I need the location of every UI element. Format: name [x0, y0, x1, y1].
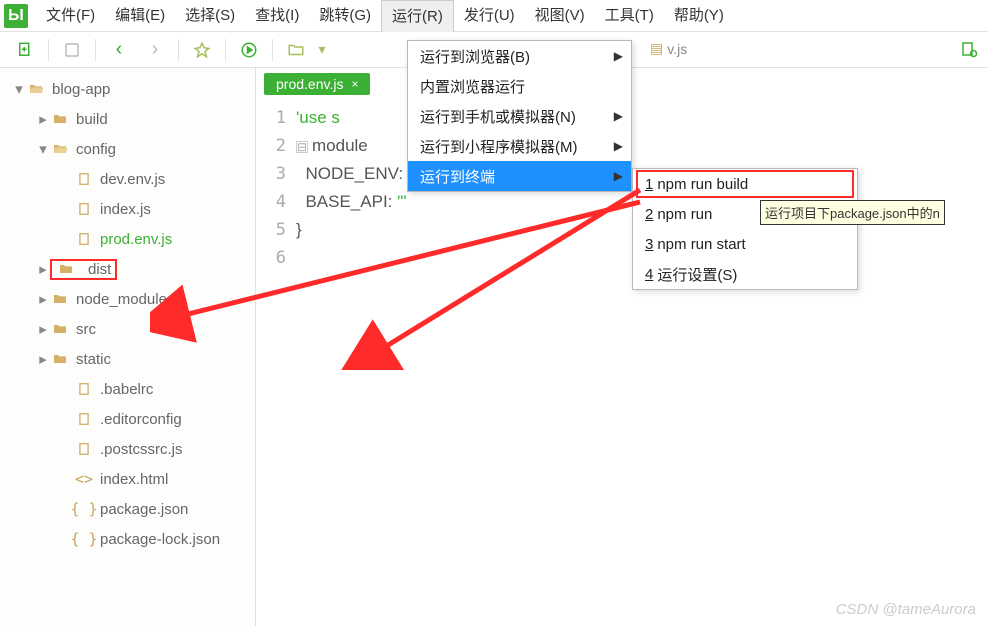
menu-run[interactable]: 运行(R): [381, 0, 454, 32]
tree-item[interactable]: { }package.json: [0, 494, 255, 524]
menu-edit[interactable]: 编辑(E): [105, 0, 175, 32]
menu-item[interactable]: 运行到终端▶: [408, 161, 631, 191]
menu-goto[interactable]: 跳转(G): [309, 0, 381, 32]
tooltip: 运行项目下package.json中的n: [760, 200, 945, 225]
back-icon[interactable]: ‹: [102, 36, 136, 64]
submenu-item[interactable]: 3 npm run start: [633, 229, 857, 259]
chevron-down-icon[interactable]: ▾: [315, 36, 329, 64]
tree-item[interactable]: ▸src: [0, 314, 255, 344]
tree-item[interactable]: ▸dist: [0, 254, 255, 284]
menu-help[interactable]: 帮助(Y): [664, 0, 734, 32]
folder-toolbar-icon[interactable]: [279, 36, 313, 64]
annotation-highlight: [636, 170, 854, 198]
file-js-icon: ▤: [650, 40, 663, 57]
menu-find[interactable]: 查找(I): [245, 0, 309, 32]
breadcrumb: ▤ v.js: [650, 40, 687, 57]
tree-item[interactable]: <>index.html: [0, 464, 255, 494]
watermark: CSDN @tameAurora: [836, 601, 976, 618]
tree-item[interactable]: index.js: [0, 194, 255, 224]
tree-item[interactable]: ▾blog-app: [0, 74, 255, 104]
star-icon[interactable]: [185, 36, 219, 64]
tree-item[interactable]: ▸build: [0, 104, 255, 134]
tree-item[interactable]: .postcssrc.js: [0, 434, 255, 464]
menu-item[interactable]: 运行到小程序模拟器(M)▶: [408, 131, 631, 161]
new-file-icon[interactable]: [8, 36, 42, 64]
menu-item[interactable]: 运行到手机或模拟器(N)▶: [408, 101, 631, 131]
run-dropdown[interactable]: 运行到浏览器(B)▶内置浏览器运行运行到手机或模拟器(N)▶运行到小程序模拟器(…: [407, 40, 632, 192]
menu-view[interactable]: 视图(V): [525, 0, 595, 32]
submenu-item[interactable]: 4 运行设置(S): [633, 259, 857, 289]
close-icon[interactable]: ×: [351, 77, 358, 91]
tree-item[interactable]: .babelrc: [0, 374, 255, 404]
run-icon[interactable]: [232, 36, 266, 64]
preview-icon[interactable]: [960, 40, 978, 61]
menu-item[interactable]: 运行到浏览器(B)▶: [408, 41, 631, 71]
menubar: Ы 文件(F) 编辑(E) 选择(S) 查找(I) 跳转(G) 运行(R) 发行…: [0, 0, 988, 32]
menu-file[interactable]: 文件(F): [36, 0, 105, 32]
menu-select[interactable]: 选择(S): [175, 0, 245, 32]
tab-label: prod.env.js: [276, 76, 343, 92]
forward-icon[interactable]: ›: [138, 36, 172, 64]
tree-item[interactable]: dev.env.js: [0, 164, 255, 194]
tree-item[interactable]: { }package-lock.json: [0, 524, 255, 554]
tree-item[interactable]: prod.env.js: [0, 224, 255, 254]
menu-publish[interactable]: 发行(U): [454, 0, 525, 32]
save-icon[interactable]: [55, 36, 89, 64]
file-explorer[interactable]: ▾blog-app▸build▾configdev.env.jsindex.js…: [0, 68, 256, 626]
tree-item[interactable]: ▾config: [0, 134, 255, 164]
menu-item[interactable]: 内置浏览器运行: [408, 71, 631, 101]
tree-item[interactable]: ▸static: [0, 344, 255, 374]
app-logo: Ы: [4, 4, 28, 28]
tree-item[interactable]: .editorconfig: [0, 404, 255, 434]
menu-tools[interactable]: 工具(T): [595, 0, 664, 32]
editor-tab[interactable]: prod.env.js ×: [264, 73, 370, 95]
tree-item[interactable]: ▸node_modules: [0, 284, 255, 314]
